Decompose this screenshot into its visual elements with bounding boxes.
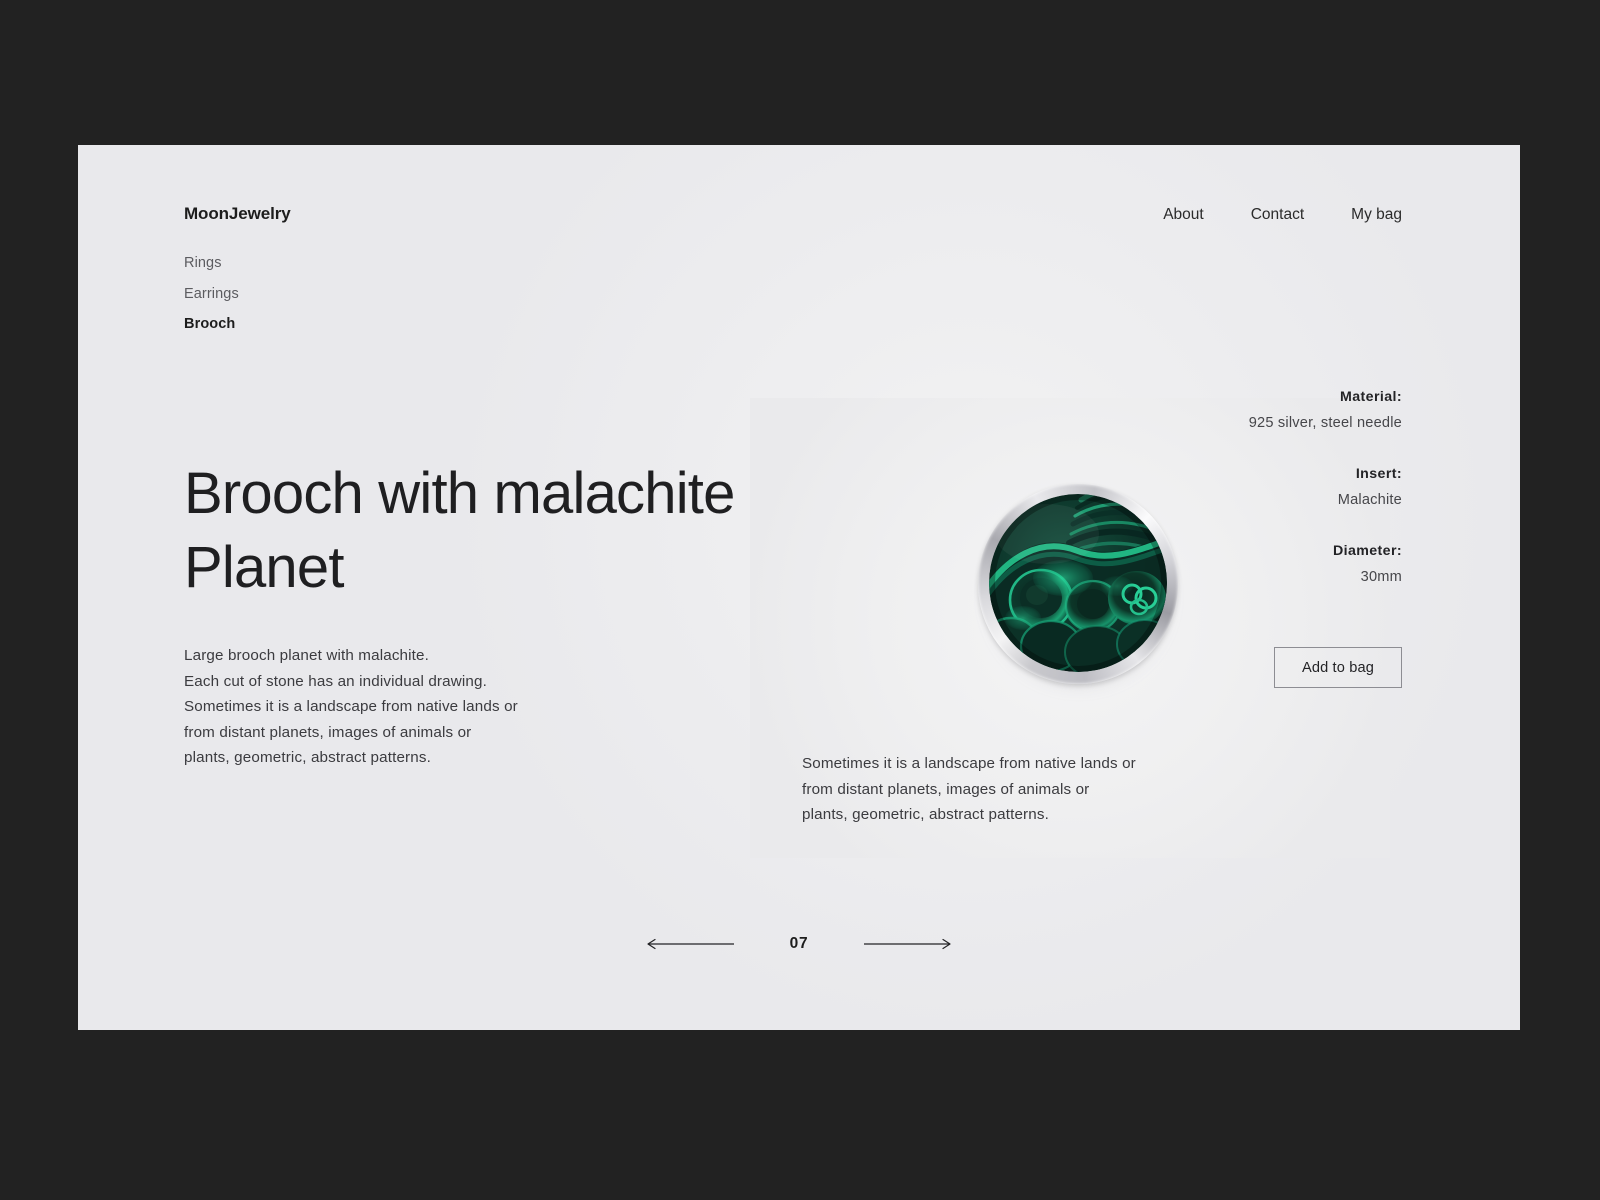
arrow-right-icon — [864, 938, 951, 950]
top-navigation: About Contact My bag — [1163, 206, 1402, 224]
spec-diameter: Diameter: 30mm — [1212, 539, 1402, 590]
spec-label: Diameter: — [1332, 543, 1402, 559]
product-title: Brooch with malachite Planet — [184, 461, 735, 601]
caption-line: Sometimes it is a landscape from native … — [802, 755, 1136, 772]
brooch-malachite-stone — [989, 494, 1167, 672]
next-slide-button[interactable] — [864, 937, 952, 951]
nav-item-contact[interactable]: Contact — [1251, 206, 1304, 224]
caption-line: from distant planets, images of animals … — [802, 780, 1090, 798]
prev-slide-button[interactable] — [646, 937, 734, 951]
description-line: Each cut of stone has an individual draw… — [184, 672, 487, 690]
spec-value: Malachite — [1337, 491, 1402, 508]
description-line: from distant planets, images of animals … — [184, 723, 472, 741]
spec-label: Material: — [1340, 389, 1402, 405]
spec-value: 925 silver, steel needle — [1248, 414, 1402, 431]
photo-caption: Sometimes it is a landscape from native … — [802, 751, 1222, 828]
brooch-image — [978, 484, 1178, 688]
pagination: 07 — [78, 935, 1520, 953]
brand-logo[interactable]: MoonJewelry — [184, 204, 291, 224]
add-to-bag-button[interactable]: Add to bag — [1274, 647, 1402, 688]
category-item-earrings[interactable]: Earrings — [184, 286, 239, 302]
current-page-number: 07 — [789, 935, 809, 952]
category-item-brooch[interactable]: Brooch — [184, 316, 239, 332]
product-specifications: Material: 925 silver, steel needle Inser… — [1212, 385, 1402, 616]
nav-item-my-bag[interactable]: My bag — [1351, 206, 1402, 224]
product-card: MoonJewelry About Contact My bag Rings E… — [78, 145, 1520, 1030]
category-navigation: Rings Earrings Brooch — [184, 255, 239, 332]
spec-material: Material: 925 silver, steel needle — [1212, 385, 1402, 436]
description-line: Sometimes it is a landscape from native … — [184, 698, 518, 716]
product-description: Large brooch planet with malachite. Each… — [184, 643, 604, 771]
arrow-left-icon — [647, 938, 734, 950]
description-line: plants, geometric, abstract patterns. — [184, 749, 431, 767]
spec-value: 30mm — [1360, 568, 1402, 585]
spec-insert: Insert: Malachite — [1212, 462, 1402, 513]
page-root: MoonJewelry About Contact My bag Rings E… — [0, 0, 1600, 1200]
nav-item-about[interactable]: About — [1163, 206, 1204, 224]
caption-line: plants, geometric, abstract patterns. — [802, 806, 1049, 824]
category-item-rings[interactable]: Rings — [184, 255, 239, 271]
spec-label: Insert: — [1355, 466, 1402, 482]
description-line: Large brooch planet with malachite. — [184, 647, 430, 664]
